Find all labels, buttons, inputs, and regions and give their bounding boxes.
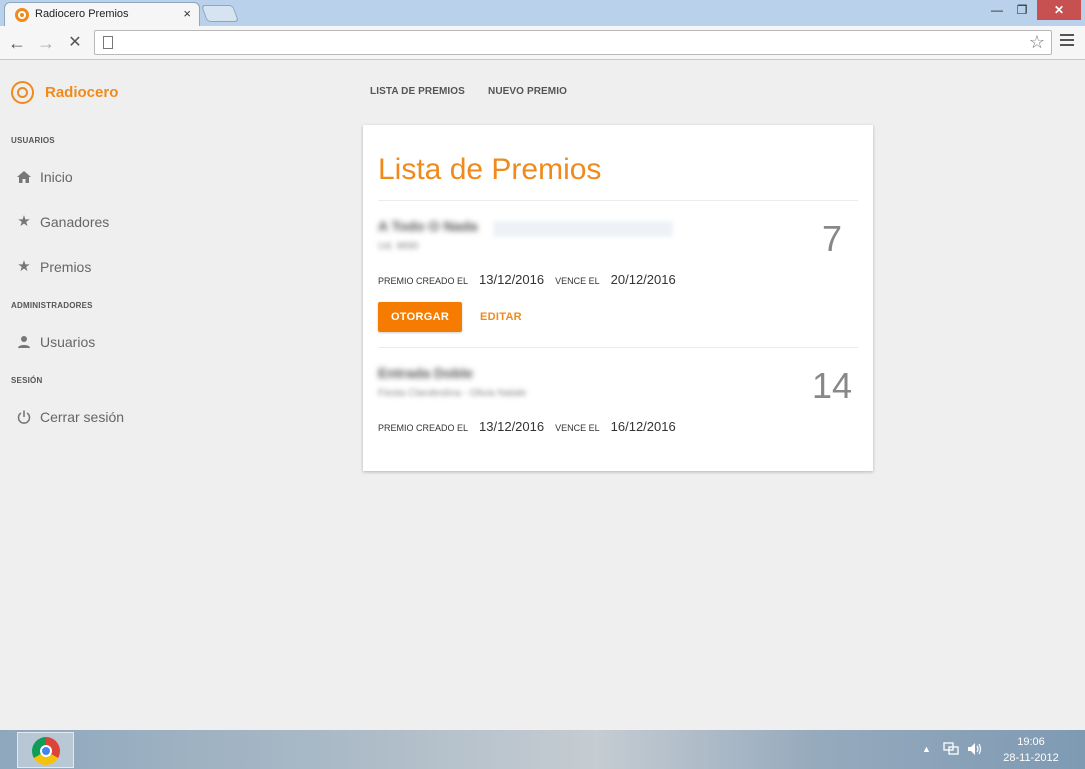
home-icon xyxy=(16,169,32,185)
person-icon xyxy=(16,334,32,350)
clock-date: 28-11-2012 xyxy=(1003,752,1059,764)
created-label: PREMIO CREADO EL xyxy=(378,423,469,433)
sidebar-item-label: Usuarios xyxy=(40,334,96,350)
prize-list-card: Lista de Premios A Todo O Nada Ud. 9890 … xyxy=(363,125,873,471)
expires-date: 16/12/2016 xyxy=(610,419,676,434)
radiocero-favicon-icon xyxy=(15,8,29,22)
address-bar[interactable]: ☆ xyxy=(94,30,1052,55)
os-taskbar: ▲ 19:06 28-11-2012 xyxy=(0,730,1085,769)
back-arrow-icon[interactable]: ← xyxy=(6,32,28,54)
divider xyxy=(378,200,858,201)
sidebar-item-usuarios[interactable]: Usuarios xyxy=(16,330,95,354)
window-minimize-button[interactable]: — xyxy=(985,0,1009,20)
window-restore-button[interactable]: ❐ xyxy=(1010,0,1034,20)
star-icon: ★ xyxy=(17,213,31,230)
prize-subtitle: Ud. 9890 xyxy=(378,241,419,252)
system-clock[interactable]: 19:06 28-11-2012 xyxy=(996,734,1066,766)
section-label-administradores: ADMINISTRADORES xyxy=(11,301,93,310)
clock-time: 19:06 xyxy=(1017,736,1045,748)
nav-nuevo-premio[interactable]: NUEVO PREMIO xyxy=(488,86,567,97)
expires-label: VENCE EL xyxy=(555,423,600,433)
list-item: Entrada Doble Fiesta Clandestina - Olivi… xyxy=(378,365,858,445)
browser-tab[interactable]: Radiocero Premios × xyxy=(4,2,200,26)
prize-quantity: 7 xyxy=(821,218,842,259)
tab-close-icon[interactable]: × xyxy=(183,6,191,21)
star-icon: ★ xyxy=(17,258,31,275)
prize-meta: PREMIO CREADO EL 13/12/2016 VENCE EL 16/… xyxy=(378,419,687,434)
page-title: Lista de Premios xyxy=(378,153,602,186)
section-label-sesion: SESIÓN xyxy=(11,376,43,385)
new-tab-button[interactable] xyxy=(200,5,240,22)
prize-extra-blur xyxy=(493,221,673,237)
created-date: 13/12/2016 xyxy=(479,272,545,287)
chrome-icon xyxy=(32,737,60,765)
brand-name: Radiocero xyxy=(45,83,119,101)
tab-title: Radiocero Premios xyxy=(35,8,129,20)
window-close-button[interactable]: ✕ xyxy=(1037,0,1081,20)
power-icon xyxy=(16,409,32,425)
browser-titlebar: Radiocero Premios × — ❐ ✕ xyxy=(0,0,1085,26)
section-label-usuarios: USUARIOS xyxy=(11,136,55,145)
editar-button[interactable]: EDITAR xyxy=(480,302,522,332)
divider xyxy=(378,347,858,348)
prize-subtitle: Fiesta Clandestina - Olivia Natale xyxy=(378,388,527,399)
network-icon[interactable] xyxy=(943,742,959,759)
page-icon xyxy=(103,36,113,49)
bookmark-star-icon[interactable]: ☆ xyxy=(1029,32,1045,53)
expires-date: 20/12/2016 xyxy=(610,272,676,287)
forward-arrow-icon[interactable]: → xyxy=(35,32,57,54)
sidebar-item-ganadores[interactable]: ★ Ganadores xyxy=(16,210,109,234)
created-label: PREMIO CREADO EL xyxy=(378,276,469,286)
brand[interactable]: Radiocero xyxy=(11,80,118,104)
sidebar-item-label: Inicio xyxy=(40,169,73,185)
sidebar-item-cerrar-sesion[interactable]: Cerrar sesión xyxy=(16,405,124,429)
created-date: 13/12/2016 xyxy=(479,419,545,434)
browser-menu-icon[interactable] xyxy=(1060,34,1074,50)
radiocero-logo-icon xyxy=(11,80,34,104)
taskbar-chrome-button[interactable] xyxy=(17,732,74,768)
prize-name: A Todo O Nada xyxy=(378,218,478,234)
volume-icon[interactable] xyxy=(967,742,983,759)
expires-label: VENCE EL xyxy=(555,276,600,286)
sidebar-item-label: Ganadores xyxy=(40,214,110,230)
nav-lista-de-premios[interactable]: LISTA DE PREMIOS xyxy=(370,86,465,97)
list-item: A Todo O Nada Ud. 9890 7 PREMIO CREADO E… xyxy=(378,218,858,338)
sidebar-item-inicio[interactable]: Inicio xyxy=(16,165,73,189)
sidebar-item-label: Cerrar sesión xyxy=(40,409,125,425)
show-hidden-icons-icon[interactable]: ▲ xyxy=(922,744,931,754)
prize-quantity: 14 xyxy=(811,365,852,406)
prize-meta: PREMIO CREADO EL 13/12/2016 VENCE EL 20/… xyxy=(378,272,687,287)
prize-name: Entrada Doble xyxy=(378,365,473,381)
browser-toolbar: ← → ✕ ☆ xyxy=(0,26,1085,60)
sidebar-item-label: Premios xyxy=(40,259,92,275)
stop-loading-icon[interactable]: ✕ xyxy=(64,32,86,54)
sidebar-item-premios[interactable]: ★ Premios xyxy=(16,255,91,279)
otorgar-button[interactable]: OTORGAR xyxy=(378,302,462,332)
